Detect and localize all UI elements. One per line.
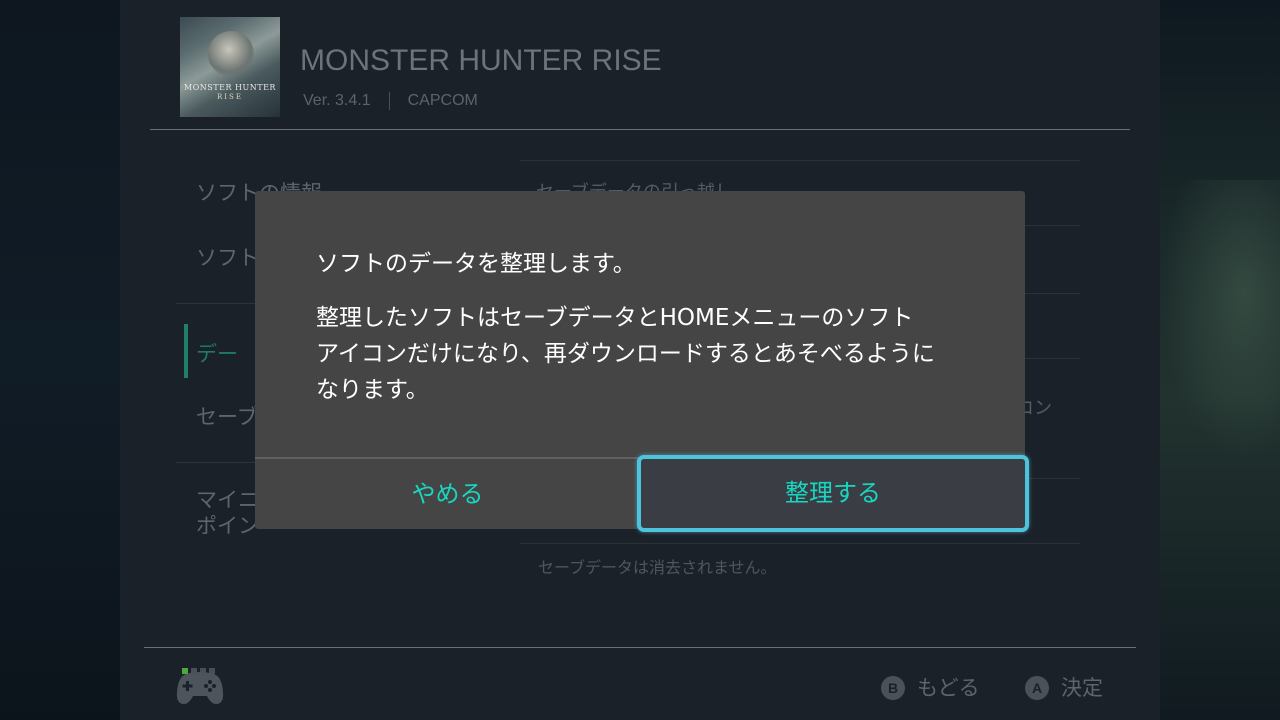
meta-separator [388,92,390,110]
footer-divider [144,647,1136,648]
boxart-logo: MONSTER HUNTER [184,83,276,92]
boxart-monster [208,31,254,77]
dialog-body-line: なります。 [316,377,429,403]
sidebar-item-data[interactable]: デー [196,338,238,368]
game-version: Ver. 3.4.1 [303,92,371,110]
ok-button[interactable]: A 決定 [1025,672,1103,702]
list-divider [520,160,1080,161]
dialog-title: ソフトのデータを整理します。 [316,251,636,277]
dialog-body-line: アイコンだけになり、再ダウンロードするとあそべるように [316,341,935,367]
ok-label: 決定 [1061,676,1103,700]
dialog-body-line: 整理したソフトはセーブデータとHOMEメニューのソフト [316,305,914,331]
game-meta: Ver. 3.4.1 CAPCOM [303,92,478,110]
game-boxart: MONSTER HUNTER RISE [180,17,280,117]
game-header: MONSTER HUNTER RISE MONSTER HUNTER RISE … [120,0,1160,130]
sidebar-item-points[interactable]: ポイン [196,510,259,540]
archive-confirm-dialog: ソフトのデータを整理します。 整理したソフトはセーブデータとHOMEメニューのソ… [255,191,1029,532]
cancel-button[interactable]: やめる [255,459,640,529]
sidebar-active-indicator [184,324,188,378]
controller-icon [176,672,224,704]
a-button-icon: A [1025,676,1049,700]
back-button[interactable]: B もどる [881,672,980,702]
sidebar-item-software[interactable]: ソフト [196,242,259,272]
list-divider [520,543,1080,544]
game-title: MONSTER HUNTER RISE [300,44,662,77]
b-button-icon: B [881,676,905,700]
dialog-body: 整理したソフトはセーブデータとHOMEメニューのソフト アイコンだけになり、再ダ… [316,300,996,408]
save-data-note: セーブデータは消去されません。 [538,558,777,577]
background-left [0,0,120,720]
archive-button[interactable]: 整理する [637,455,1029,532]
boxart-logo-sub: RISE [217,93,243,101]
game-publisher: CAPCOM [407,92,478,110]
background-glow [1160,180,1280,460]
back-label: もどる [917,676,980,700]
sidebar-item-save[interactable]: セーブ [196,401,258,431]
header-divider [150,129,1130,130]
